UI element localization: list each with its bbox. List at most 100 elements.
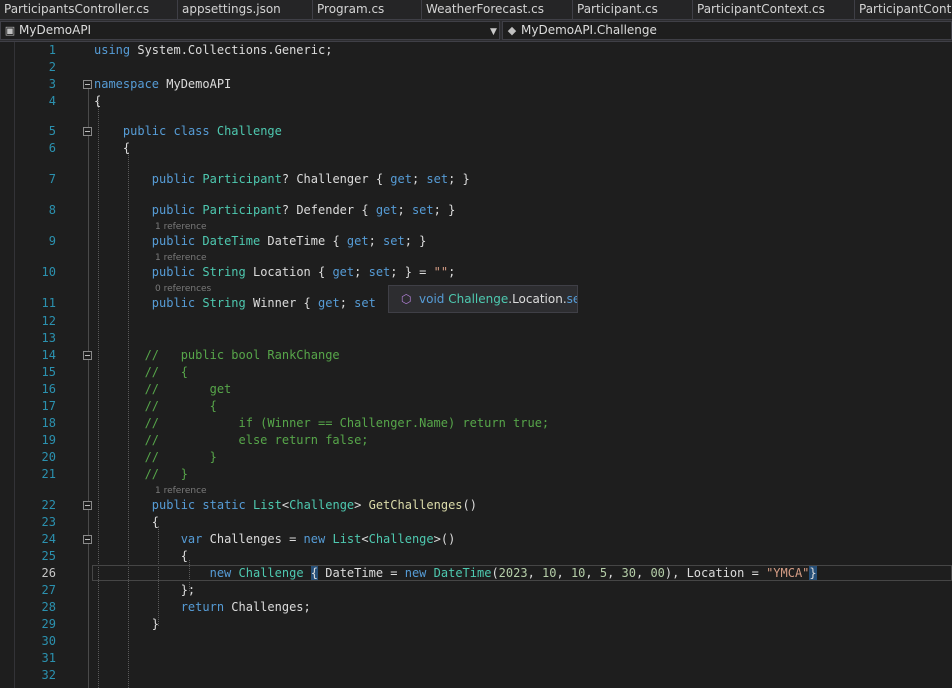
code-token: Location — [245, 265, 318, 279]
code-line[interactable]: 25 { — [0, 548, 952, 565]
code-token: ; — [448, 265, 456, 279]
code-text: using System.Collections.Generic; — [94, 42, 332, 59]
code-token: , — [635, 566, 651, 580]
member-dropdown[interactable]: ◆ MyDemoAPI.Challenge — [502, 21, 952, 40]
code-token: GetChallenges — [368, 498, 463, 512]
code-text: // else return false; — [94, 432, 369, 449]
code-token: { — [94, 141, 131, 155]
code-line[interactable]: 22 public static List<Challenge> GetChal… — [0, 497, 952, 514]
line-number: 14 — [41, 348, 56, 362]
code-line[interactable]: 5 public class Challenge — [0, 123, 952, 140]
code-token: "" — [433, 265, 449, 279]
code-token: ), — [664, 566, 687, 580]
code-token: >() — [433, 532, 456, 546]
code-line[interactable]: 10 public String Location { get; set; } … — [0, 264, 952, 281]
code-text: return Challenges; — [94, 599, 311, 616]
code-line[interactable]: 17 // { — [0, 398, 952, 415]
code-token: { — [303, 296, 318, 310]
code-token: { — [94, 549, 188, 563]
line-number: 21 — [41, 467, 56, 481]
code-token: Challenger — [289, 172, 376, 186]
code-token: 5 — [599, 566, 608, 580]
code-token: { — [318, 265, 333, 279]
project-dropdown[interactable]: ▣ MyDemoAPI ▼ — [0, 21, 500, 40]
code-text: namespace MyDemoAPI — [94, 76, 231, 93]
project-name: MyDemoAPI — [19, 23, 92, 37]
code-line[interactable]: 3 namespace MyDemoAPI — [0, 76, 952, 93]
code-line[interactable]: 30 — [0, 633, 952, 650]
code-text: public DateTime DateTime { get; set; } — [94, 233, 427, 250]
code-token: Winner — [245, 296, 304, 310]
collapse-toggle-icon[interactable] — [83, 501, 92, 510]
brace-match-highlight: { — [310, 566, 319, 580]
collapse-toggle-icon[interactable] — [83, 535, 92, 544]
code-lens-references[interactable]: 1 reference — [155, 253, 207, 263]
tab-participants-controller[interactable]: ParticipantsController.cs — [0, 0, 178, 19]
tab-appsettings[interactable]: appsettings.json — [178, 0, 313, 19]
code-line[interactable]: 13 — [0, 330, 952, 347]
code-token: // else return false; — [94, 433, 369, 447]
code-text: var Challenges = new List<Challenge>() — [94, 531, 456, 548]
code-line[interactable]: 6 { — [0, 140, 952, 157]
code-line[interactable]: 1 using System.Collections.Generic; — [0, 42, 952, 59]
code-line[interactable]: 24 var Challenges = new List<Challenge>(… — [0, 531, 952, 548]
code-token: get — [346, 234, 369, 248]
code-line[interactable]: 21 // } — [0, 466, 952, 483]
code-lens-references[interactable]: 1 reference — [155, 486, 207, 496]
code-token: < — [361, 532, 369, 546]
code-text: // } — [94, 466, 188, 483]
code-text: }; — [94, 582, 195, 599]
collapse-toggle-icon[interactable] — [83, 351, 92, 360]
tab-participant-context[interactable]: ParticipantContext.cs — [693, 0, 855, 19]
collapse-toggle-icon[interactable] — [83, 80, 92, 89]
code-token: ; — [368, 234, 384, 248]
code-line[interactable]: 7 public Participant? Challenger { get; … — [0, 171, 952, 188]
code-line[interactable]: 9 public DateTime DateTime { get; set; } — [0, 233, 952, 250]
line-number: 19 — [41, 433, 56, 447]
code-line[interactable]: 26 new Challenge { DateTime = new DateTi… — [0, 565, 952, 582]
code-line[interactable]: 23 { — [0, 514, 952, 531]
tab-participant-controller-2[interactable]: ParticipantContro — [855, 0, 952, 19]
code-line[interactable]: 12 — [0, 313, 952, 330]
code-token: List — [252, 498, 282, 512]
code-line[interactable]: 31 — [0, 650, 952, 667]
tab-program[interactable]: Program.cs — [313, 0, 422, 19]
code-line[interactable]: 4{ — [0, 93, 952, 110]
code-line[interactable]: 20 // } — [0, 449, 952, 466]
member-name: MyDemoAPI.Challenge — [521, 23, 657, 37]
code-line[interactable]: 14 // public bool RankChange — [0, 347, 952, 364]
code-token: class — [173, 124, 210, 138]
code-token: // { — [94, 399, 217, 413]
code-lens-references[interactable]: 1 reference — [155, 222, 207, 232]
code-token: { — [94, 515, 160, 529]
code-token: DateTime — [260, 234, 333, 248]
code-line[interactable]: 27 }; — [0, 582, 952, 599]
code-line[interactable]: 29 } — [0, 616, 952, 633]
code-line[interactable]: 28 return Challenges; — [0, 599, 952, 616]
code-line[interactable]: 2 — [0, 59, 952, 76]
collapse-toggle-icon[interactable] — [83, 127, 92, 136]
tab-weather-forecast[interactable]: WeatherForecast.cs — [422, 0, 573, 19]
code-lens-references[interactable]: 0 references — [155, 284, 211, 294]
code-editor[interactable]: 1 using System.Collections.Generic; 2 3 name… — [0, 42, 952, 688]
code-line[interactable]: 15 // { — [0, 364, 952, 381]
code-line[interactable]: 8 public Participant? Defender { get; se… — [0, 202, 952, 219]
code-line[interactable]: 16 // get — [0, 381, 952, 398]
code-token: { — [375, 172, 391, 186]
code-token: ; — [397, 203, 412, 217]
tab-participant[interactable]: Participant.cs — [573, 0, 693, 19]
code-line[interactable]: 19 // else return false; — [0, 432, 952, 449]
code-text: { — [94, 93, 101, 110]
line-number: 25 — [41, 549, 56, 563]
code-token: public — [151, 498, 196, 512]
code-token: // public bool RankChange — [94, 348, 340, 362]
code-line[interactable]: 32 — [0, 667, 952, 684]
code-token: } — [94, 617, 160, 631]
code-text: public static List<Challenge> GetChallen… — [94, 497, 477, 514]
code-line[interactable]: 18 // if (Winner == Challenger.Name) ret… — [0, 415, 952, 432]
